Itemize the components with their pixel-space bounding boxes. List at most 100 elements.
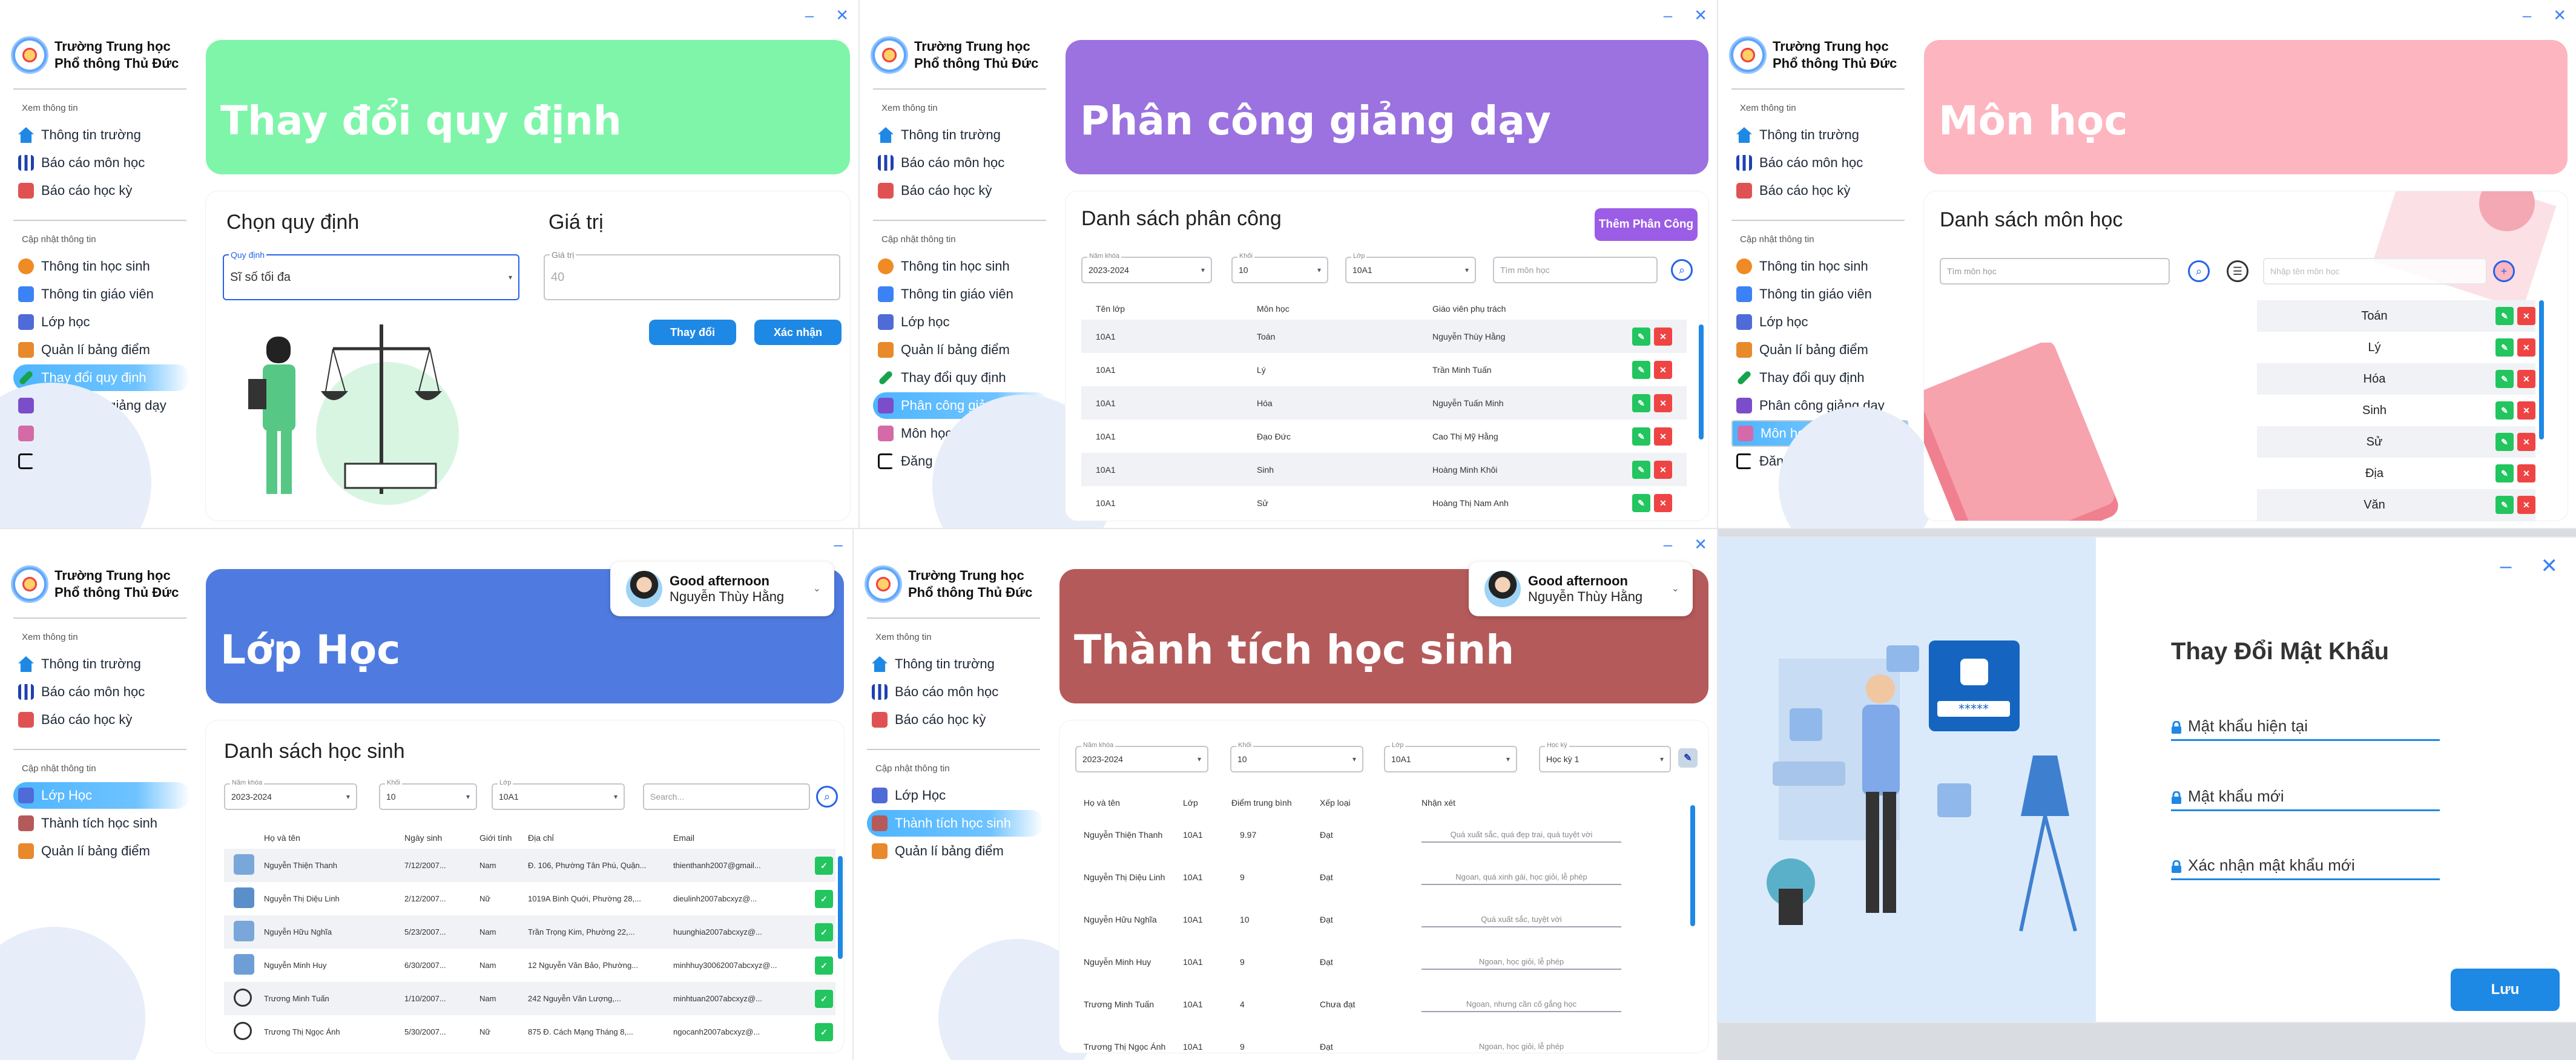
table-row[interactable]: 10A1 Lý Trần Minh Tuấn ✎ ✕: [1081, 353, 1687, 386]
list-item[interactable]: Lý ✎ ✕: [2257, 332, 2535, 363]
sidebar-item-classes[interactable]: Lớp học: [1731, 309, 1908, 335]
comment-input[interactable]: Quá xuất sắc, tuyệt vời: [1421, 912, 1621, 927]
subject-search-input[interactable]: Tìm môn học: [1940, 258, 2170, 285]
sidebar-item-school-info[interactable]: Thông tin trường: [13, 122, 190, 148]
grade-select[interactable]: Khối 10 ▾: [1231, 252, 1328, 283]
sidebar-item-teachers[interactable]: Thông tin giáo viên: [13, 281, 190, 308]
add-assignment-button[interactable]: Thêm Phân Công: [1595, 208, 1698, 241]
delete-icon[interactable]: ✕: [1654, 393, 1672, 412]
sidebar-item-term-report[interactable]: Báo cáo học kỳ: [13, 706, 190, 733]
comment-input[interactable]: Ngoan, nhưng cần cố gắng học: [1421, 997, 1621, 1012]
table-row[interactable]: Nguyễn Minh Huy 10A1 9 Đạt Ngoan, học giỏi, …: [1075, 941, 1681, 983]
sidebar-item-students[interactable]: Thông tin học sinh: [873, 253, 1050, 280]
user-menu[interactable]: Good afternoon Nguyễn Thùy Hằng ⌄: [1469, 562, 1693, 616]
search-icon[interactable]: ⌕: [816, 786, 838, 808]
sidebar-item-subject-report[interactable]: Báo cáo môn học: [13, 679, 190, 705]
student-search-input[interactable]: Search...: [643, 783, 810, 810]
sidebar-item-classes[interactable]: Lớp Học: [867, 782, 1044, 809]
check-icon[interactable]: ✓: [815, 856, 833, 875]
sidebar-item-term-report[interactable]: Báo cáo học kỳ: [873, 177, 1050, 204]
search-icon[interactable]: ⌕: [1671, 259, 1693, 281]
close-icon[interactable]: ✕: [2541, 556, 2558, 576]
sidebar-item-classes[interactable]: Lớp Học: [13, 782, 190, 809]
table-row[interactable]: Trương Thị Ngọc Ánh 10A1 9 Đạt Ngoan, học gi…: [1075, 1025, 1681, 1053]
edit-icon[interactable]: ✎: [1632, 360, 1650, 379]
sidebar-item-gradebook[interactable]: Quản lí bảng điểm: [1731, 337, 1908, 363]
new-subject-input[interactable]: Nhập tên môn học: [2263, 258, 2487, 285]
add-icon[interactable]: +: [2493, 260, 2515, 282]
class-select[interactable]: Lớp 10A1 ▾: [1345, 252, 1476, 283]
delete-icon[interactable]: ✕: [2517, 370, 2535, 388]
delete-icon[interactable]: ✕: [2517, 496, 2535, 514]
delete-icon[interactable]: ✕: [1654, 327, 1672, 346]
sidebar-item-term-report[interactable]: Báo cáo học kỳ: [867, 706, 1044, 733]
table-row[interactable]: Nguyễn Thiện Thanh 10A1 9.97 Đạt Quá xuất sắ…: [1075, 814, 1681, 856]
class-select[interactable]: Lớp 10A1 ▾: [1384, 742, 1517, 772]
table-row[interactable]: Trương Minh Tuấn 1/10/2007... Nam 242 Nguyễ…: [224, 982, 835, 1015]
scrollbar[interactable]: [2539, 300, 2544, 439]
value-field[interactable]: Giá trị 40: [544, 250, 840, 300]
check-icon[interactable]: ✓: [815, 989, 833, 1008]
close-icon[interactable]: ✕: [2553, 7, 2566, 23]
table-row[interactable]: Trương Minh Tuấn 10A1 4 Chưa đạt Ngoan, nhưn…: [1075, 983, 1681, 1025]
scrollbar[interactable]: [1690, 805, 1695, 926]
edit-icon[interactable]: ✎: [2495, 338, 2514, 357]
user-menu[interactable]: Good afternoon Nguyễn Thùy Hằng ⌄: [610, 562, 834, 616]
minimize-icon[interactable]: –: [2523, 7, 2531, 23]
change-button[interactable]: Thay đổi: [649, 320, 736, 345]
comment-input[interactable]: Ngoan, quá xinh gái, học giỏi, lễ phép: [1421, 870, 1621, 885]
list-item[interactable]: Toán ✎ ✕: [2257, 300, 2535, 332]
class-select[interactable]: Lớp 10A1 ▾: [492, 779, 625, 810]
close-icon[interactable]: ✕: [835, 7, 849, 23]
sidebar-item-classes[interactable]: Lớp học: [873, 309, 1050, 335]
sidebar-item-gradebook[interactable]: Quản lí bảng điểm: [867, 838, 1044, 864]
check-icon[interactable]: ✓: [815, 956, 833, 975]
sidebar-item-subject-report[interactable]: Báo cáo môn học: [873, 150, 1050, 176]
edit-icon[interactable]: ✎: [2495, 307, 2514, 325]
list-item[interactable]: Địa ✎ ✕: [2257, 458, 2535, 489]
table-row[interactable]: Nguyễn Minh Huy 6/30/2007... Nam 12 Nguyễn …: [224, 949, 835, 982]
delete-icon[interactable]: ✕: [2517, 307, 2535, 325]
minimize-icon[interactable]: –: [1664, 536, 1672, 552]
current-password-field[interactable]: Mật khẩu hiện tại: [2171, 713, 2440, 741]
close-icon[interactable]: ✕: [1694, 536, 1707, 552]
edit-icon[interactable]: ✎: [2495, 401, 2514, 420]
year-select[interactable]: Năm khóa 2023-2024 ▾: [1075, 742, 1208, 772]
table-row[interactable]: 10A1 Sinh Hoàng Minh Khôi ✎ ✕: [1081, 453, 1687, 486]
table-row[interactable]: Nguyễn Hữu Nghĩa 10A1 10 Đạt Quá xuất sắc, t…: [1075, 898, 1681, 941]
delete-icon[interactable]: ✕: [1654, 360, 1672, 379]
edit-icon[interactable]: ✎: [1632, 493, 1650, 512]
edit-icon[interactable]: ✎: [2495, 464, 2514, 482]
edit-icon[interactable]: ✎: [2495, 496, 2514, 514]
term-select[interactable]: Học kỳ Học kỳ 1 ▾: [1539, 742, 1671, 772]
table-row[interactable]: Nguyễn Thiện Thanh 7/12/2007... Nam Đ. 106,…: [224, 849, 835, 882]
minimize-icon[interactable]: –: [834, 536, 843, 552]
edit-icon[interactable]: ✎: [2495, 433, 2514, 451]
delete-icon[interactable]: ✕: [1654, 427, 1672, 446]
subject-search-input[interactable]: Tìm môn học: [1493, 257, 1658, 283]
edit-icon[interactable]: ✎: [1632, 427, 1650, 446]
list-item[interactable]: Sinh ✎ ✕: [2257, 395, 2535, 426]
minimize-icon[interactable]: –: [1664, 7, 1672, 23]
sidebar-item-subject-report[interactable]: Báo cáo môn học: [13, 150, 190, 176]
minimize-icon[interactable]: –: [2500, 556, 2512, 576]
sidebar-item-classes[interactable]: Lớp học: [13, 309, 190, 335]
sidebar-item-students[interactable]: Thông tin học sinh: [13, 253, 190, 280]
comment-input[interactable]: Ngoan, học giỏi, lễ phép: [1421, 955, 1621, 970]
rule-select[interactable]: Quy định Sĩ số tối đa ▾: [223, 250, 519, 300]
sidebar-item-teachers[interactable]: Thông tin giáo viên: [1731, 281, 1908, 308]
comment-input[interactable]: Ngoan, học giỏi, lễ phép: [1421, 1039, 1621, 1053]
delete-icon[interactable]: ✕: [1654, 460, 1672, 479]
check-icon[interactable]: ✓: [815, 889, 833, 908]
delete-icon[interactable]: ✕: [2517, 464, 2535, 482]
delete-icon[interactable]: ✕: [1654, 493, 1672, 512]
grade-select[interactable]: Khối 10 ▾: [1230, 742, 1363, 772]
list-item[interactable]: Văn ✎ ✕: [2257, 489, 2535, 521]
sidebar-item-gradebook[interactable]: Quản lí bảng điểm: [873, 337, 1050, 363]
sidebar-item-term-report[interactable]: Báo cáo học kỳ: [13, 177, 190, 204]
sidebar-item-gradebook[interactable]: Quản lí bảng điểm: [13, 838, 190, 864]
sidebar-item-school-info[interactable]: Thông tin trường: [13, 651, 190, 677]
table-row[interactable]: Nguyễn Hữu Nghĩa 5/23/2007... Nam Trần Trọn…: [224, 915, 835, 949]
sidebar-item-school-info[interactable]: Thông tin trường: [1731, 122, 1908, 148]
new-password-field[interactable]: Mật khẩu mới: [2171, 783, 2440, 811]
